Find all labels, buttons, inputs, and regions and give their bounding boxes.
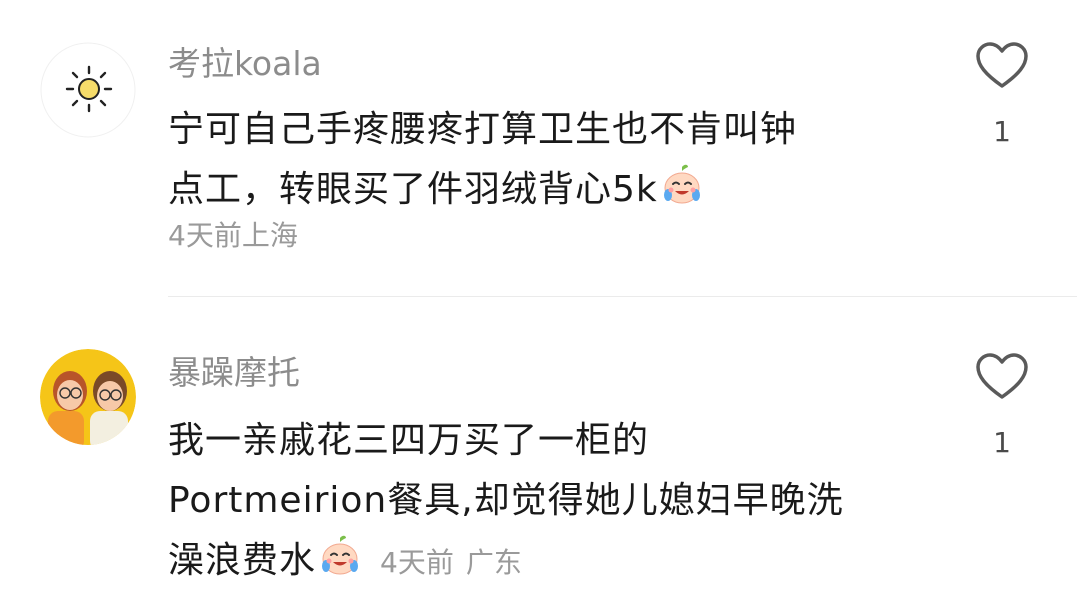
comment-text-line: Portmeirion餐具,却觉得她儿媳妇早晚洗 <box>168 480 844 521</box>
like-button[interactable]: 1 <box>970 353 1034 459</box>
comment-location: 上海 <box>241 219 298 252</box>
comment-time: 4天前 <box>380 546 454 579</box>
sun-icon <box>40 42 136 138</box>
comment-text: 宁可自己手疼腰疼打算卫生也不肯叫钟 点工，转眼买了件羽绒背心5k <box>168 100 928 220</box>
comment-text-line-content: 点工，转眼买了件羽绒背心5k <box>168 169 658 210</box>
like-count: 1 <box>993 115 1011 148</box>
comment-text: 我一亲戚花三四万买了一柜的 Portmeirion餐具,却觉得她儿媳妇早晚洗 澡… <box>168 411 928 593</box>
comment-meta: 4天前 广东 <box>380 546 522 579</box>
avatar[interactable] <box>40 349 136 445</box>
comment-text-line: 我一亲戚花三四万买了一柜的 <box>168 420 650 461</box>
crying-face-emoji-icon <box>318 534 362 578</box>
comment-text-line: 澡浪费水 4天前 广东 <box>168 531 928 593</box>
comment-item: 考拉koala 宁可自己手疼腰疼打算卫生也不肯叫钟 点工，转眼买了件羽绒背心5k… <box>0 0 1077 296</box>
comment-item: 暴躁摩托 我一亲戚花三四万买了一柜的 Portmeirion餐具,却觉得她儿媳妇… <box>0 297 1077 592</box>
comment-text-line: 宁可自己手疼腰疼打算卫生也不肯叫钟 <box>168 109 798 150</box>
two-people-icon <box>40 349 136 445</box>
heart-icon[interactable] <box>970 353 1034 401</box>
username[interactable]: 考拉koala <box>168 44 322 84</box>
comment-meta: 4天前上海 <box>168 218 298 254</box>
like-button[interactable]: 1 <box>970 42 1034 148</box>
comment-location: 广东 <box>465 546 522 579</box>
avatar[interactable] <box>40 42 136 138</box>
comment-text-line: 点工，转眼买了件羽绒背心5k <box>168 160 928 220</box>
comment-text-line-content: 澡浪费水 <box>168 540 317 581</box>
crying-face-emoji-icon <box>660 163 704 207</box>
username[interactable]: 暴躁摩托 <box>168 353 300 393</box>
comment-time: 4天前 <box>168 219 242 252</box>
like-count: 1 <box>993 426 1011 459</box>
heart-icon[interactable] <box>970 42 1034 90</box>
